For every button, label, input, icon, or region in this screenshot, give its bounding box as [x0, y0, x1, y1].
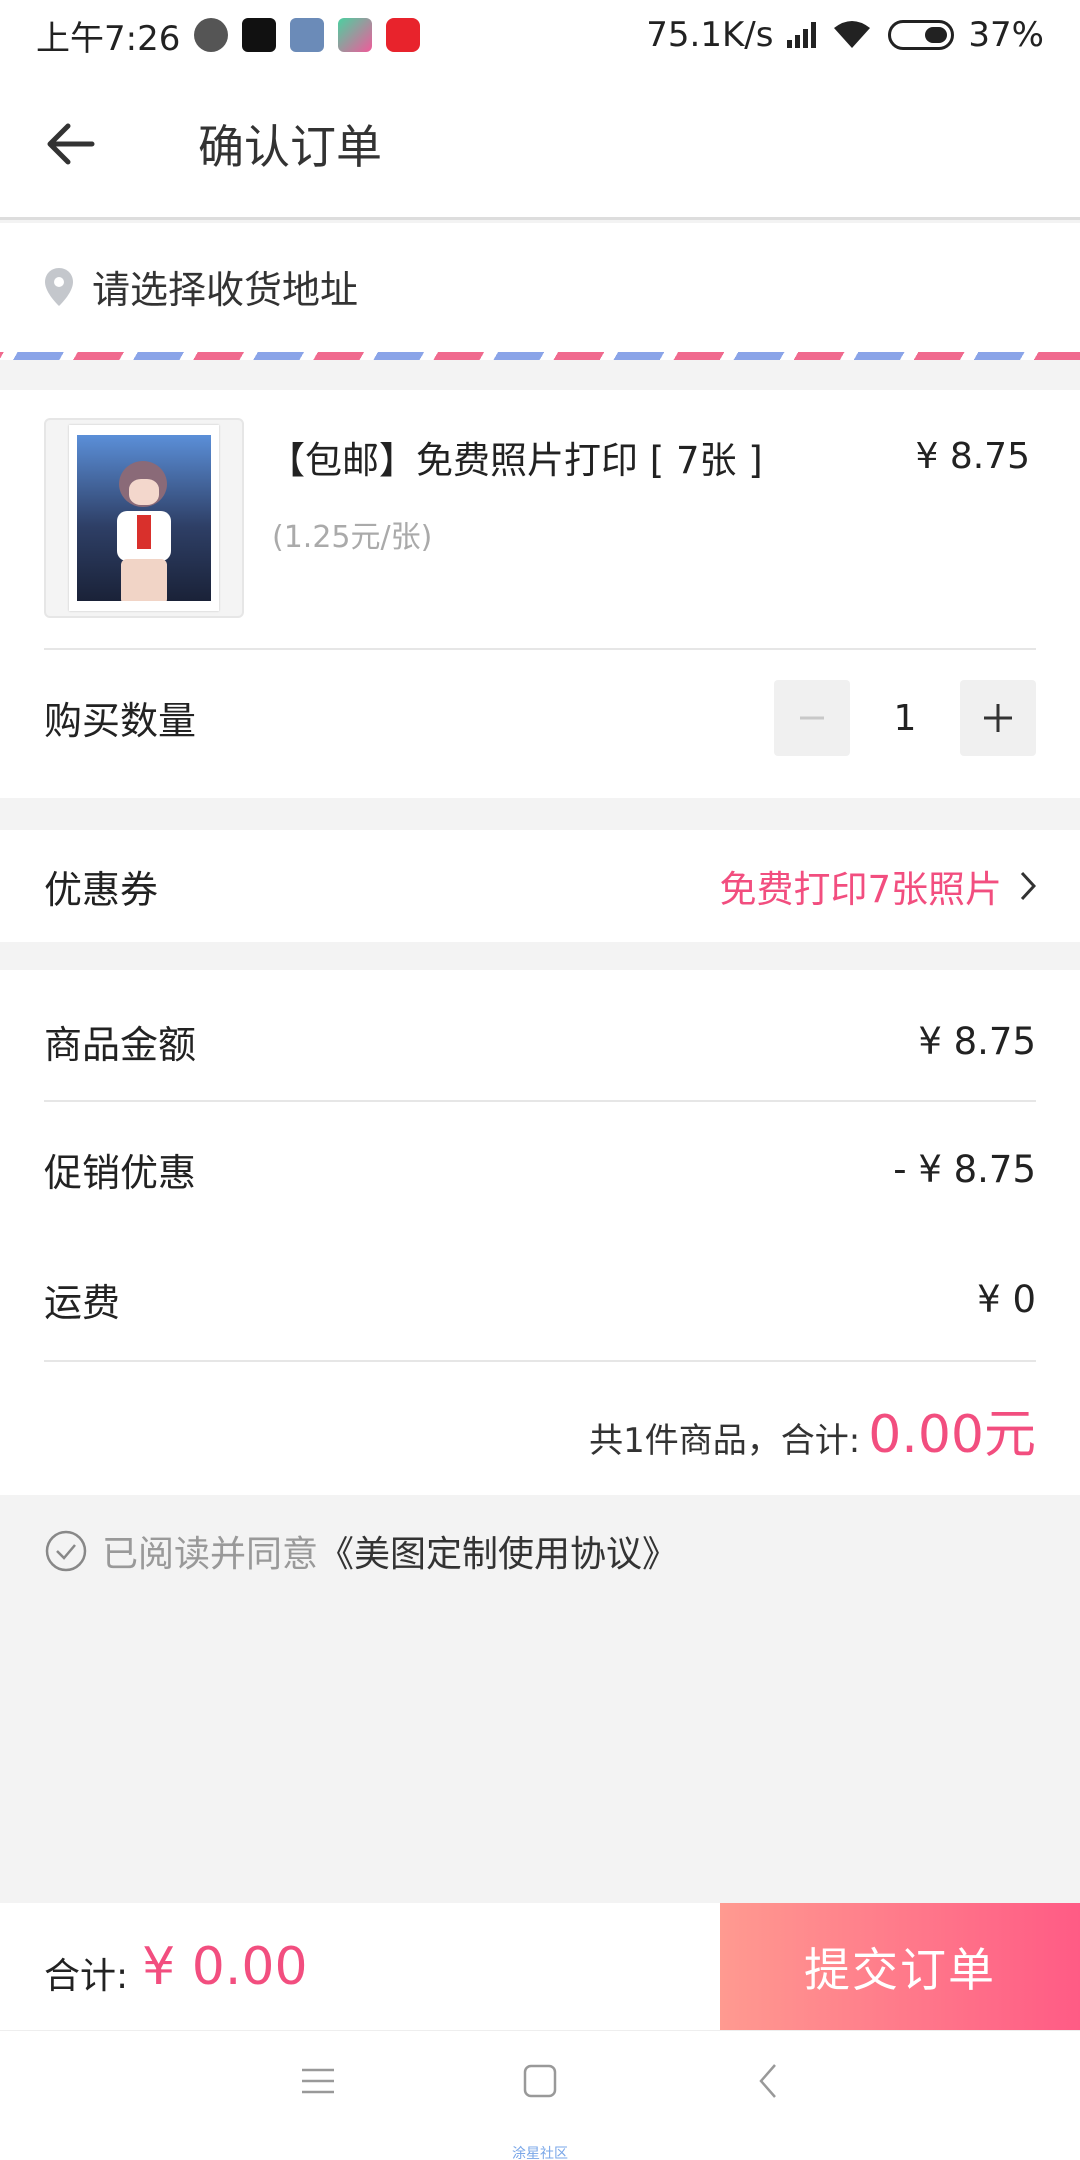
checkout-bar: 合计: ¥ 0.00 提交订单 — [0, 1903, 1080, 2030]
watermark: 涂星社区 — [512, 2146, 568, 2160]
coupon-row[interactable]: 优惠券 免费打印7张照片 — [0, 830, 1080, 942]
location-pin-icon — [45, 267, 73, 306]
agreement-row: 已阅读并同意《美图定制使用协议》 — [44, 1525, 678, 1577]
minus-icon — [800, 716, 824, 720]
product-thumbnail[interactable] — [44, 418, 244, 618]
airmail-stripe — [0, 352, 1080, 360]
coupon-label: 优惠券 — [44, 867, 159, 912]
shipping-row: 运费 ¥ 0 — [44, 1272, 1036, 1327]
discount-label: 促销优惠 — [44, 1151, 197, 1195]
battery-level: 37% — [968, 15, 1044, 55]
decrease-button[interactable] — [774, 680, 850, 756]
plus-icon — [984, 704, 1012, 732]
tiktok-icon — [242, 18, 277, 52]
coupon-value: 免费打印7张照片 — [719, 868, 1002, 911]
chevron-left-icon — [759, 2064, 776, 2098]
header: 确认订单 — [0, 70, 1080, 220]
chevron-right-icon — [1020, 871, 1036, 901]
home-button[interactable] — [490, 2051, 590, 2111]
divider — [44, 648, 1036, 650]
shipping-label: 运费 — [44, 1281, 121, 1325]
address-placeholder: 请选择收货地址 — [92, 268, 359, 312]
gallery-icon — [290, 18, 325, 52]
address-selector[interactable]: 请选择收货地址 — [0, 223, 1080, 360]
submit-order-button[interactable]: 提交订单 — [720, 1903, 1080, 2030]
agreement-link[interactable]: 《美图定制使用协议》 — [318, 1534, 678, 1575]
status-bar: 上午7:26 75.1K/s 37% — [0, 0, 1080, 70]
total-label: 共1件商品，合计: — [589, 1421, 861, 1461]
increase-button[interactable] — [960, 680, 1036, 756]
system-nav-bar: 涂星社区 — [0, 2030, 1080, 2160]
quantity-stepper: 1 — [774, 680, 1036, 756]
divider — [44, 1360, 1036, 1362]
discount-value: - ¥ 8.75 — [893, 1148, 1036, 1191]
arrow-left-icon — [47, 123, 95, 164]
unit-price: (1.25元/张) — [272, 520, 433, 555]
back-button[interactable] — [0, 69, 140, 219]
check-circle-icon[interactable] — [44, 1529, 88, 1573]
order-total: 共1件商品，合计: 0.00元 — [589, 1392, 1036, 1467]
price-summary: 商品金额 ¥ 8.75 促销优惠 - ¥ 8.75 运费 ¥ 0 共1件商品，合… — [0, 970, 1080, 1495]
checkout-total-label: 合计: — [44, 1955, 129, 1997]
shipping-value: ¥ 0 — [977, 1278, 1036, 1321]
square-home-icon — [523, 2064, 557, 2098]
wifi-icon — [834, 21, 871, 48]
page-title: 确认订单 — [198, 119, 382, 174]
menu-button[interactable] — [268, 2051, 368, 2111]
quantity-value: 1 — [893, 697, 917, 739]
app-notification-icon — [194, 18, 229, 52]
back-nav-button[interactable] — [718, 2051, 818, 2111]
video-app-icon — [338, 18, 373, 52]
subtotal-value: ¥ 8.75 — [918, 1020, 1036, 1063]
agreement-text: 已阅读并同意 — [102, 1534, 319, 1575]
menu-icon — [302, 2068, 334, 2094]
product-card: 【包邮】免费照片打印 [ 7张 ] ¥ 8.75 (1.25元/张) 购买数量 … — [0, 390, 1080, 798]
product-name: 【包邮】免费照片打印 [ 7张 ] — [268, 439, 763, 482]
signal-icon — [787, 22, 817, 48]
total-amount: 0.00元 — [868, 1405, 1036, 1465]
music-app-icon — [386, 18, 421, 52]
divider — [44, 1100, 1036, 1102]
checkout-total-amount: ¥ 0.00 — [142, 1936, 308, 1997]
battery-icon — [888, 20, 955, 50]
subtotal-row: 商品金额 ¥ 8.75 — [44, 1014, 1036, 1069]
status-time: 上午7:26 — [36, 18, 181, 59]
product-price: ¥ 8.75 — [915, 436, 1030, 477]
quantity-label: 购买数量 — [44, 699, 197, 743]
network-speed: 75.1K/s — [646, 15, 774, 55]
subtotal-label: 商品金额 — [44, 1023, 197, 1067]
discount-row: 促销优惠 - ¥ 8.75 — [44, 1142, 1036, 1197]
